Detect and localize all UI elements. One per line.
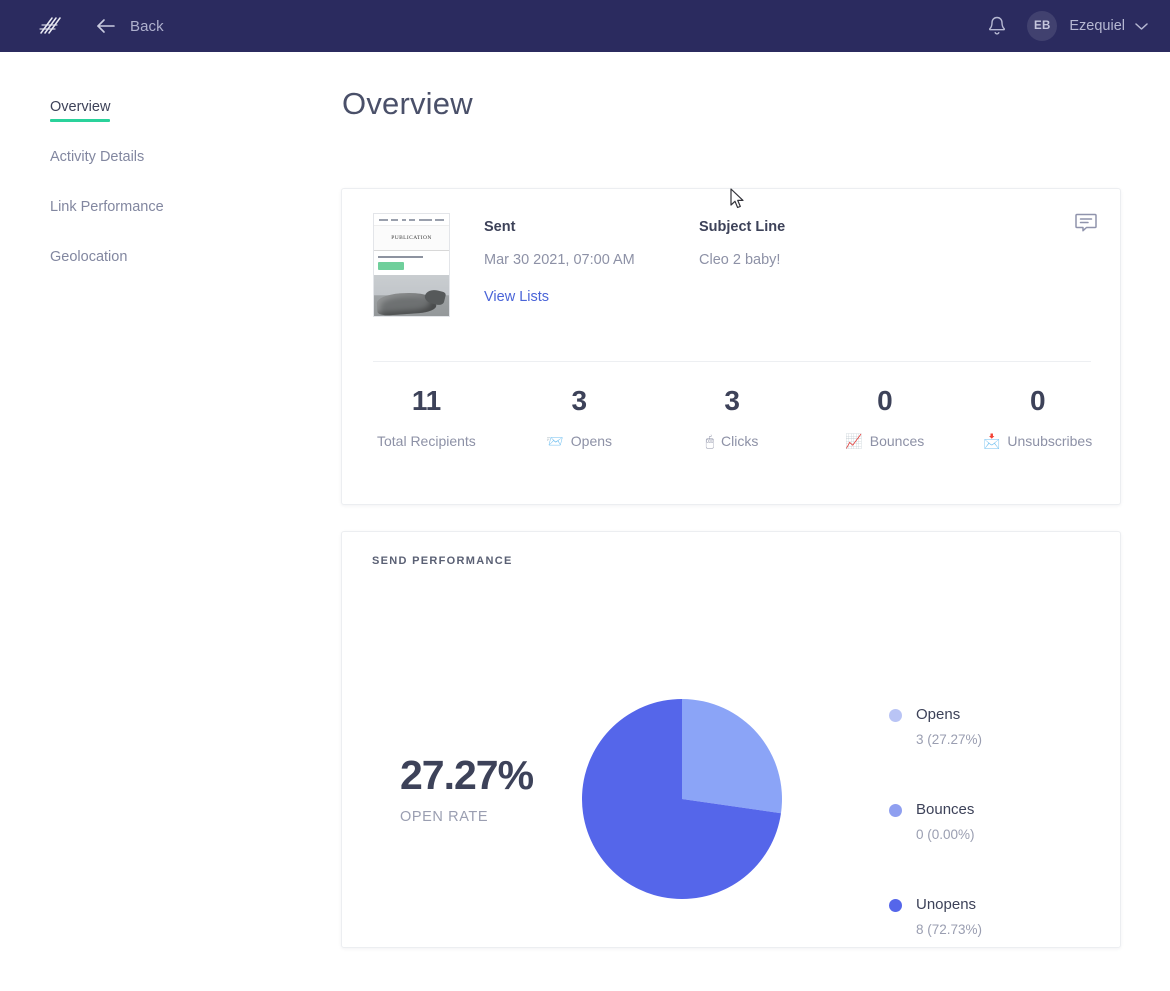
stat-label: Clicks: [721, 433, 759, 449]
card-divider: [373, 361, 1091, 362]
stat-label-wrap: Total Recipients: [350, 433, 503, 449]
stat-clicks: 3 🖱 Clicks: [656, 385, 809, 449]
sidebar-item-overview[interactable]: Overview: [50, 99, 111, 122]
arrow-left-icon: [97, 19, 115, 33]
topbar-right-group: EB Ezequiel: [987, 11, 1148, 41]
stat-label: Total Recipients: [376, 433, 476, 449]
subject-line-label: Subject Line: [699, 219, 786, 235]
campaign-summary-card: PUBLICATION Sent Mar 30 2021, 07:00 AM V…: [341, 188, 1121, 505]
slashes-logo-icon: [39, 17, 61, 34]
back-label: Back: [130, 17, 164, 35]
thumbnail-cta-button: [378, 262, 404, 270]
thumbnail-headline: [378, 256, 423, 258]
stat-value: 0: [1029, 385, 1046, 416]
app-logo[interactable]: [22, 0, 74, 52]
sent-field: Sent Mar 30 2021, 07:00 AM View Lists: [484, 219, 635, 305]
sidebar: Overview Activity Details Link Performan…: [0, 52, 291, 965]
open-rate-block: 27.27% OPEN RATE: [400, 752, 534, 825]
legend-color-dot: [889, 899, 902, 912]
stat-value: 3: [571, 385, 588, 416]
email-preview-thumbnail[interactable]: PUBLICATION: [373, 213, 450, 317]
sidebar-item-label: Overview: [50, 99, 111, 115]
envelope-x-icon: 📩: [982, 433, 1001, 449]
sidebar-item-link-performance[interactable]: Link Performance: [50, 199, 164, 222]
stat-value: 0: [877, 385, 893, 416]
open-rate-pie-chart: [582, 699, 782, 904]
mouse-cursor: [730, 188, 744, 209]
thumbnail-nav-strip: [374, 214, 449, 226]
envelope-icon: 📨: [546, 433, 564, 449]
avatar[interactable]: EB: [1027, 11, 1058, 41]
bell-icon[interactable]: [987, 15, 1007, 37]
stat-label: Bounces: [869, 433, 925, 449]
top-navigation-bar: Back EB Ezequiel: [0, 0, 1170, 52]
legend-label: Bounces: [916, 801, 975, 818]
stat-total-recipients: 11 Total Recipients: [350, 385, 503, 449]
section-kicker: SEND PERFORMANCE: [372, 555, 513, 567]
user-menu-label[interactable]: Ezequiel: [1069, 18, 1125, 34]
legend-value: 0 (0.00%): [916, 827, 975, 842]
legend-color-dot: [889, 709, 902, 722]
sidebar-item-label: Link Performance: [50, 199, 164, 215]
subject-line-field: Subject Line Cleo 2 baby!: [699, 219, 785, 268]
stat-label-wrap: 📈 Bounces: [808, 433, 961, 449]
page-title: Overview: [342, 86, 473, 121]
sent-label: Sent: [484, 219, 516, 235]
thumbnail-title: PUBLICATION: [374, 226, 449, 251]
cursor-icon: 🖱: [705, 433, 715, 449]
stat-label-wrap: 📨 Opens: [503, 433, 656, 449]
sidebar-item-activity-details[interactable]: Activity Details: [50, 149, 144, 172]
stat-value: 3: [724, 385, 740, 416]
subject-line-value: Cleo 2 baby!: [699, 252, 781, 268]
stat-opens: 3 📨 Opens: [503, 385, 656, 449]
stat-value: 11: [411, 385, 441, 416]
stat-bounces: 0 📈 Bounces: [808, 385, 961, 449]
pie-chart-legend: Opens 3 (27.27%) Bounces 0 (0.00%) Unope…: [889, 706, 982, 991]
sidebar-item-label: Geolocation: [50, 249, 128, 265]
stat-label: Opens: [570, 433, 613, 449]
open-rate-label: OPEN RATE: [400, 809, 489, 825]
sidebar-nav: Overview Activity Details Link Performan…: [50, 98, 164, 298]
sent-value: Mar 30 2021, 07:00 AM: [484, 252, 635, 268]
back-button[interactable]: Back: [96, 18, 164, 35]
pie-slice-opens: [682, 699, 782, 814]
sidebar-item-label: Activity Details: [50, 149, 145, 165]
send-performance-card: SEND PERFORMANCE 27.27% OPEN RATE Opens …: [341, 531, 1121, 948]
legend-value: 3 (27.27%): [916, 732, 983, 747]
comment-bubble-icon[interactable]: [1075, 213, 1097, 233]
legend-item-opens: Opens 3 (27.27%): [889, 706, 982, 747]
sidebar-item-geolocation[interactable]: Geolocation: [50, 249, 127, 272]
thumbnail-photo: [374, 275, 449, 316]
stats-row: 11 Total Recipients 3 📨 Opens 3 🖱 Clicks: [350, 385, 1114, 449]
chevron-down-icon[interactable]: [1135, 22, 1148, 31]
chart-increasing-icon: 📈: [845, 433, 863, 449]
legend-label: Opens: [916, 706, 961, 723]
open-rate-value: 27.27%: [400, 752, 534, 798]
legend-item-unopens: Unopens 8 (72.73%): [889, 896, 982, 937]
stat-label-wrap: 📩 Unsubscribes: [961, 433, 1114, 449]
view-lists-link[interactable]: View Lists: [484, 289, 635, 305]
stat-unsubscribes: 0 📩 Unsubscribes: [961, 385, 1114, 449]
legend-item-bounces: Bounces 0 (0.00%): [889, 801, 982, 842]
pie-chart-svg: [582, 699, 782, 899]
legend-value: 8 (72.73%): [916, 922, 983, 937]
legend-color-dot: [889, 804, 902, 817]
stat-label: Unsubscribes: [1007, 433, 1093, 449]
stat-label-wrap: 🖱 Clicks: [656, 433, 809, 449]
legend-label: Unopens: [916, 896, 977, 913]
